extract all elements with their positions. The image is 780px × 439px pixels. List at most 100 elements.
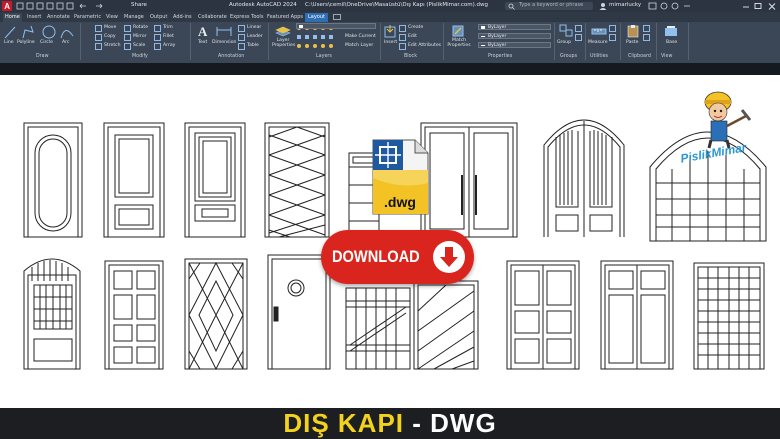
panel-clipboard-label: Clipboard	[628, 54, 651, 59]
text-button[interactable]: Text	[198, 40, 207, 45]
tab-output[interactable]: Output	[150, 13, 167, 22]
move-icon	[95, 25, 102, 32]
door-drawing	[104, 260, 164, 370]
panel-separator	[380, 23, 381, 60]
tab-add-ins[interactable]: Add-ins	[173, 13, 192, 22]
rotate-icon	[124, 25, 131, 32]
layer-properties-button[interactable]: Layer Properties	[272, 38, 295, 48]
lineweight-dropdown[interactable]: ByLayer	[478, 42, 551, 48]
color-dropdown[interactable]: ByLayer	[478, 24, 551, 30]
dimension-tool-icon[interactable]	[215, 24, 233, 38]
user-name[interactable]: mimarlucky	[609, 2, 641, 8]
tab-layout[interactable]: Layout	[305, 13, 328, 22]
tab-home[interactable]: Home	[3, 13, 22, 22]
door-drawing	[103, 122, 165, 238]
help-icons[interactable]	[648, 2, 698, 10]
fillet-button[interactable]: Fillet	[163, 34, 174, 39]
search-placeholder: Type a keyword or phrase	[519, 2, 584, 8]
tab-collaborate[interactable]: Collaborate	[198, 13, 227, 22]
leader-dropdown[interactable]: Leader	[247, 34, 263, 39]
color-swatch	[481, 26, 485, 29]
group-tool-icon	[575, 34, 582, 41]
tab-express-tools[interactable]: Express Tools	[230, 13, 263, 22]
app-title: Autodesk AutoCAD 2024	[229, 2, 297, 8]
panel-properties-label: Properties	[488, 54, 513, 59]
text-tool-icon[interactable]: A	[196, 24, 212, 38]
edit-attributes-button[interactable]: Edit Attributes	[408, 43, 441, 48]
measure-icon[interactable]	[591, 24, 607, 38]
paste-button[interactable]: Paste	[626, 40, 638, 45]
panel-groups-label: Groups	[560, 54, 578, 59]
linetype-swatch	[481, 36, 485, 37]
base-view-icon[interactable]	[664, 24, 678, 38]
draw-tool-icons[interactable]	[3, 24, 75, 40]
make-current-button[interactable]: Make Current	[345, 34, 376, 39]
match-properties-icon[interactable]	[451, 24, 465, 38]
layer-properties-icon[interactable]	[275, 24, 291, 37]
door-drawing	[506, 260, 580, 370]
dimension-button[interactable]: Dimension	[212, 40, 236, 45]
download-arrow-circle[interactable]	[433, 241, 465, 273]
autocad-logo-icon[interactable]: A	[2, 1, 12, 11]
window-controls[interactable]	[740, 2, 778, 10]
file-tabs-bar	[0, 63, 780, 75]
insert-button[interactable]: Insert	[384, 40, 397, 45]
ribbon-tabs: Home Insert Annotate Parametric View Man…	[0, 12, 780, 22]
move-button[interactable]: Move	[104, 25, 116, 30]
search-input[interactable]: Type a keyword or phrase	[505, 2, 593, 10]
tab-manage[interactable]: Manage	[124, 13, 144, 22]
panel-utilities-label: Utilities	[590, 54, 609, 59]
copy-button[interactable]: Copy	[104, 34, 116, 39]
stretch-button[interactable]: Stretch	[104, 43, 121, 48]
linear-dropdown[interactable]: Linear	[247, 25, 261, 30]
share-button[interactable]: Share	[131, 2, 147, 8]
door-drawing	[184, 258, 248, 371]
rotate-button[interactable]: Rotate	[133, 25, 148, 30]
download-label[interactable]: DOWNLOAD	[332, 241, 420, 273]
scale-button[interactable]: Scale	[133, 43, 145, 48]
array-button[interactable]: Array	[163, 43, 175, 48]
panel-separator	[190, 23, 191, 60]
quick-access-toolbar[interactable]	[16, 2, 136, 10]
tab-view[interactable]: View	[106, 13, 118, 22]
create-block-button[interactable]: Create	[408, 25, 423, 30]
group-icon[interactable]	[559, 24, 575, 38]
svg-text:A: A	[198, 24, 208, 38]
insert-block-icon[interactable]	[384, 24, 398, 38]
user-icon[interactable]	[599, 2, 607, 10]
group-button[interactable]: Group	[557, 40, 571, 45]
panel-separator	[268, 23, 269, 60]
tab-featured-apps[interactable]: Featured Apps	[267, 13, 303, 22]
trim-button[interactable]: Trim	[163, 25, 173, 30]
circle-button[interactable]: Circle	[40, 40, 53, 45]
base-button[interactable]: Base	[666, 40, 677, 45]
tab-annotate[interactable]: Annotate	[47, 13, 70, 22]
match-properties-button[interactable]: Match Properties	[447, 38, 471, 48]
arc-button[interactable]: Arc	[62, 40, 69, 45]
door-drawing	[184, 122, 246, 238]
edit-block-button[interactable]: Edit	[408, 34, 417, 39]
measure-button[interactable]: Measure	[588, 40, 608, 45]
title-dash: -	[404, 408, 431, 438]
layer-dropdown[interactable]	[296, 23, 376, 29]
linetype-dropdown[interactable]: ByLayer	[478, 33, 551, 39]
stretch-icon	[95, 43, 102, 50]
panel-separator	[80, 23, 81, 60]
panel-separator	[443, 23, 444, 60]
search-icon	[508, 3, 515, 10]
tab-insert[interactable]: Insert	[27, 13, 41, 22]
mirror-button[interactable]: Mirror	[133, 34, 147, 39]
line-button[interactable]: Line	[4, 40, 14, 45]
match-layer-button[interactable]: Match Layer	[345, 43, 373, 48]
tab-parametric[interactable]: Parametric	[74, 13, 101, 22]
panel-separator	[554, 23, 555, 60]
panel-separator	[620, 23, 621, 60]
linetype-value: ByLayer	[488, 34, 507, 39]
paste-icon[interactable]	[626, 24, 640, 38]
tab-expand-icon[interactable]	[333, 14, 341, 20]
door-drawing	[543, 119, 625, 237]
table-button[interactable]: Table	[247, 43, 259, 48]
door-drawing	[23, 258, 81, 370]
layer-color-swatch	[299, 25, 303, 28]
polyline-button[interactable]: Polyline	[17, 40, 35, 45]
